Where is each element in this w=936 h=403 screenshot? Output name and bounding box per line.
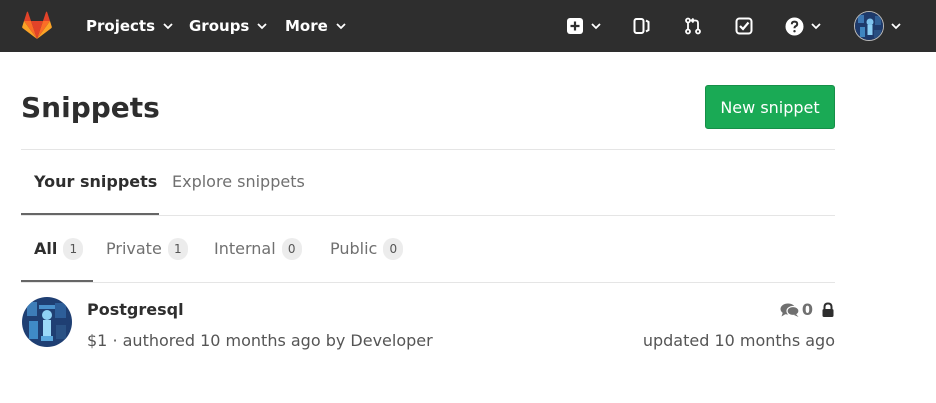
tab-explore-snippets[interactable]: Explore snippets (172, 172, 305, 192)
nav-groups-label: Groups (189, 17, 250, 35)
chevron-down-icon (257, 23, 267, 30)
merge-request-icon (685, 17, 701, 35)
snippet-updated: updated 10 months ago (642, 331, 835, 350)
filter-public[interactable]: Public 0 (330, 238, 404, 260)
user-avatar (854, 11, 884, 41)
plus-square-icon (567, 18, 583, 34)
issues-icon (633, 18, 650, 34)
chevron-down-icon (811, 23, 821, 30)
snippet-meta: $1 · authored 10 months ago by Developer (87, 331, 433, 350)
nav-projects-label: Projects (86, 17, 156, 35)
top-navbar: Projects Groups More (0, 0, 936, 52)
help-icon (785, 17, 804, 35)
nav-more-dropdown[interactable]: More (285, 16, 347, 36)
filter-label: Public (330, 239, 378, 258)
tab-your-snippets[interactable]: Your snippets (34, 172, 157, 192)
comments-icon (780, 303, 800, 317)
todos-button[interactable] (735, 14, 753, 38)
count-badge: 1 (63, 238, 84, 260)
merge-requests-button[interactable] (684, 14, 702, 38)
new-item-dropdown[interactable] (566, 14, 602, 38)
help-dropdown[interactable] (785, 14, 822, 38)
filter-private[interactable]: Private 1 (106, 238, 188, 260)
snippet-stats: 0 (780, 300, 835, 320)
nav-more-label: More (285, 17, 328, 35)
lock-icon (822, 302, 834, 317)
divider (21, 149, 835, 150)
comments-count-link[interactable]: 0 (780, 300, 813, 320)
gitlab-logo-icon[interactable] (21, 10, 53, 42)
divider (21, 282, 835, 283)
count-badge: 0 (383, 238, 404, 260)
filter-internal[interactable]: Internal 0 (214, 238, 302, 260)
filter-all[interactable]: All 1 (34, 238, 84, 260)
comments-count: 0 (801, 300, 813, 319)
new-snippet-button[interactable]: New snippet (705, 85, 835, 129)
chevron-down-icon (336, 23, 346, 30)
page-title: Snippets (21, 91, 160, 124)
filter-label: Internal (214, 239, 276, 258)
filter-label: All (34, 239, 58, 258)
user-menu-dropdown[interactable] (854, 11, 902, 41)
chevron-down-icon (591, 23, 601, 30)
snippet-title-link[interactable]: Postgresql (87, 300, 184, 320)
count-badge: 1 (167, 238, 188, 260)
divider (21, 215, 835, 216)
author-avatar[interactable] (22, 297, 72, 347)
filter-label: Private (106, 239, 162, 258)
count-badge: 0 (281, 238, 302, 260)
chevron-down-icon (891, 23, 901, 30)
issues-button[interactable] (633, 14, 651, 38)
nav-projects-dropdown[interactable]: Projects (86, 16, 174, 36)
chevron-down-icon (163, 23, 173, 30)
todo-check-icon (735, 17, 753, 35)
nav-groups-dropdown[interactable]: Groups (189, 16, 268, 36)
